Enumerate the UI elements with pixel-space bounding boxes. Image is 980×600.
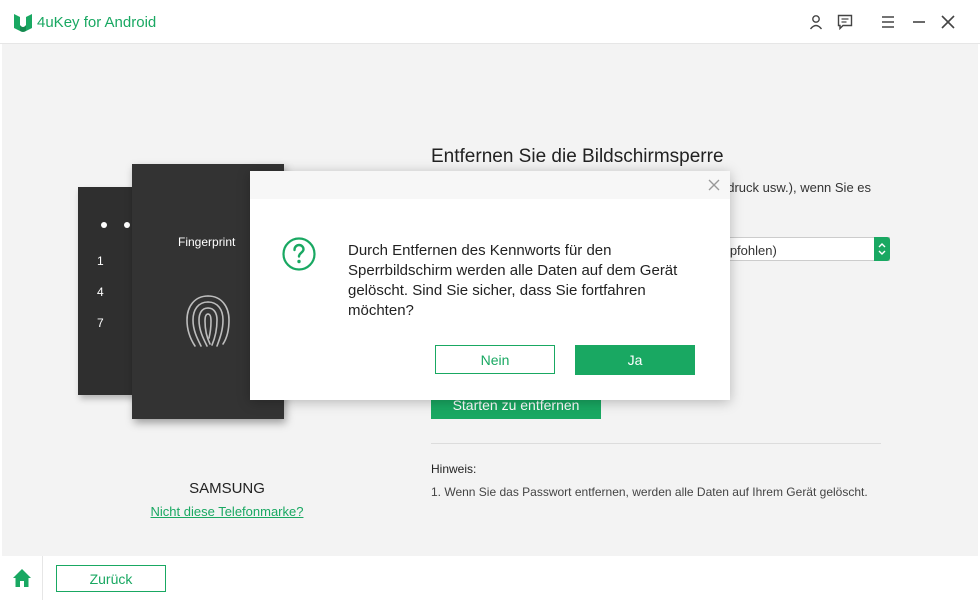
app-logo-icon [14, 14, 32, 32]
close-icon[interactable] [938, 12, 958, 32]
home-icon[interactable] [10, 566, 34, 590]
minimize-icon[interactable] [909, 12, 929, 32]
hint-text: 1. Wenn Sie das Passwort entfernen, werd… [431, 485, 868, 499]
fingerprint-icon [186, 295, 230, 347]
question-icon [282, 237, 316, 271]
app-title: 4uKey for Android [37, 14, 157, 31]
keypad-digit: 7 [97, 316, 104, 330]
divider [431, 443, 881, 444]
keypad-digit: 1 [97, 254, 104, 268]
footer-divider [42, 556, 43, 600]
device-brand: SAMSUNG [189, 480, 265, 497]
not-brand-link[interactable]: Nicht diese Telefonmarke? [130, 504, 324, 519]
confirm-dialog: Durch Entfernen des Kennworts für den Sp… [250, 171, 730, 400]
page-title: Entfernen Sie die Bildschirmsperre [431, 146, 724, 167]
title-bar: 4uKey for Android [0, 0, 980, 44]
dialog-header [250, 171, 730, 199]
no-button[interactable]: Nein [435, 345, 555, 374]
select-arrows-icon [874, 237, 890, 261]
back-button[interactable]: Zurück [56, 565, 166, 592]
dialog-close-icon[interactable] [706, 177, 722, 193]
feedback-icon[interactable] [835, 12, 855, 32]
fingerprint-label: Fingerprint [178, 235, 236, 249]
pin-dot [101, 222, 107, 228]
menu-icon[interactable] [878, 12, 898, 32]
yes-button[interactable]: Ja [575, 345, 695, 375]
pin-dot [124, 222, 130, 228]
keypad-digit: 4 [97, 285, 104, 299]
user-icon[interactable] [806, 12, 826, 32]
hint-title: Hinweis: [431, 462, 477, 476]
description-text: bdruck usw.), wenn Sie es [720, 180, 872, 195]
dialog-message: Durch Entfernen des Kennworts für den Sp… [348, 242, 678, 319]
